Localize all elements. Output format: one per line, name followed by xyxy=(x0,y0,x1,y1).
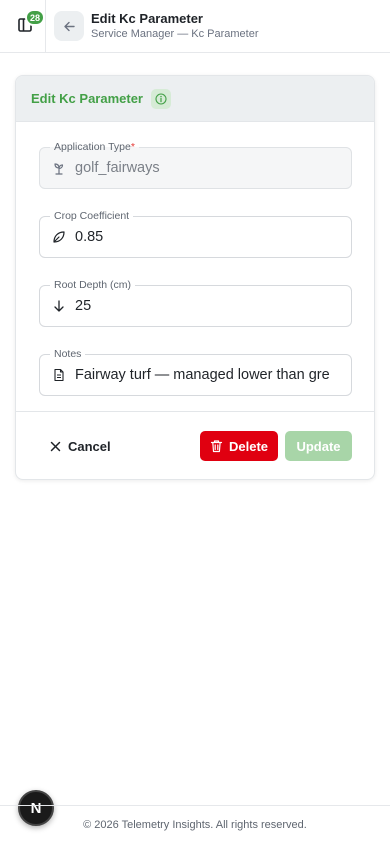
notes-value: Fairway turf — managed lower than gre xyxy=(75,367,330,383)
crop-coefficient-field[interactable]: Crop Coefficient 0.85 xyxy=(39,209,352,258)
card-title: Edit Kc Parameter xyxy=(31,91,143,106)
notes-field[interactable]: Notes Fairway turf — managed lower than … xyxy=(39,347,352,396)
info-icon xyxy=(155,92,167,105)
sprout-icon xyxy=(52,161,66,175)
document-icon xyxy=(52,368,66,382)
cancel-button[interactable]: Cancel xyxy=(50,435,111,457)
root-depth-value: 25 xyxy=(75,298,92,314)
update-button[interactable]: Update xyxy=(285,431,352,461)
info-button[interactable] xyxy=(151,88,171,109)
root-depth-label: Root Depth (cm) xyxy=(50,278,136,292)
back-button[interactable] xyxy=(54,11,84,41)
top-bar: 28 Edit Kc Parameter Service Manager — K… xyxy=(0,0,390,53)
cancel-label: Cancel xyxy=(68,438,111,454)
update-label: Update xyxy=(296,438,341,454)
notification-badge: 28 xyxy=(25,9,46,26)
leaf-icon xyxy=(52,230,66,244)
application-type-field[interactable]: Application Type* golf_fairways xyxy=(39,140,352,189)
arrow-down-icon xyxy=(52,299,66,313)
application-type-label: Application Type* xyxy=(50,140,139,154)
site-footer: © 2026 Telemetry Insights. All rights re… xyxy=(0,805,390,844)
card-header: Edit Kc Parameter xyxy=(16,76,374,122)
page-subtitle: Service Manager — Kc Parameter xyxy=(91,28,259,40)
crop-coefficient-value: 0.85 xyxy=(75,229,104,245)
delete-label: Delete xyxy=(228,438,269,454)
header-divider xyxy=(45,0,46,53)
close-icon xyxy=(50,441,61,452)
title-block: Edit Kc Parameter Service Manager — Kc P… xyxy=(91,11,259,42)
notes-label: Notes xyxy=(50,347,86,361)
edit-kc-card: Edit Kc Parameter Application Type* golf… xyxy=(15,75,375,480)
arrow-left-icon xyxy=(63,21,75,31)
crop-coefficient-label: Crop Coefficient xyxy=(50,209,134,223)
copyright-text: © 2026 Telemetry Insights. All rights re… xyxy=(83,819,307,831)
trash-icon xyxy=(210,439,223,453)
application-type-value: golf_fairways xyxy=(75,160,160,176)
card-actions: Cancel Delete Update xyxy=(16,411,374,479)
delete-button[interactable]: Delete xyxy=(200,431,278,461)
page-title: Edit Kc Parameter xyxy=(91,11,203,26)
root-depth-field[interactable]: Root Depth (cm) 25 xyxy=(39,278,352,327)
